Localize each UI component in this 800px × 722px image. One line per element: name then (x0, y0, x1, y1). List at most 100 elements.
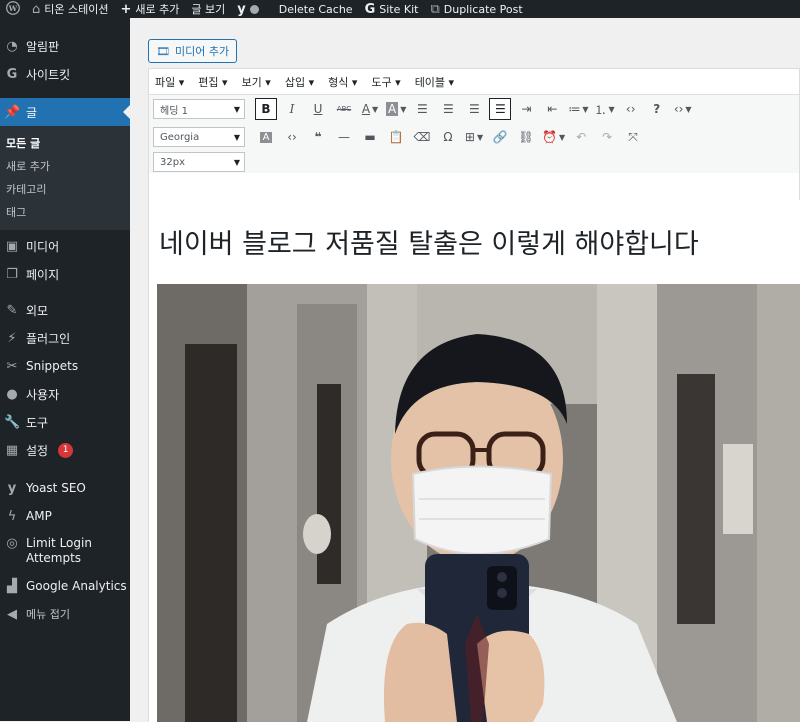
outdent-icon[interactable]: ⇤ (541, 98, 563, 120)
submenu-item-all-posts[interactable]: 모든 글 (0, 132, 130, 155)
post-image[interactable] (157, 284, 800, 722)
horizontal-line-icon[interactable]: — (333, 126, 355, 148)
menu-edit[interactable]: 편집 ▾ (198, 74, 227, 90)
submenu-item-categories[interactable]: 카테고리 (0, 178, 130, 201)
sidebar-item-settings[interactable]: ▦ 설정 1 (0, 436, 130, 464)
sidebar-item-media[interactable]: ▣ 미디어 (0, 232, 130, 260)
code-icon[interactable]: ‹› (620, 98, 642, 120)
anchor-clock-button[interactable]: ⏰ ▼ (541, 126, 566, 148)
font-family-select[interactable]: Georgia ▼ (153, 127, 245, 147)
media-icon: ▣ (5, 238, 19, 254)
new-content-label: 새로 추가 (135, 3, 180, 16)
help-icon[interactable]: ? (646, 98, 668, 120)
site-name-link[interactable]: ⌂ 티온 스테이션 (26, 0, 114, 18)
format-select[interactable]: 헤딩 1 ▼ (153, 99, 245, 119)
delete-cache-label: Delete Cache (278, 2, 353, 16)
google-g-icon: G (6, 66, 18, 82)
unlink-icon[interactable]: ⛓ (515, 126, 537, 148)
sidebar-item-limit-login[interactable]: ◎ Limit Login Attempts (0, 530, 130, 572)
submenu-item-tags[interactable]: 태그 (0, 201, 130, 224)
post-editor-area: 🎞 미디어 추가 파일 ▾ 편집 ▾ 보기 ▾ 삽입 ▾ 형식 ▾ 도구 ▾ 테… (130, 18, 800, 722)
duplicate-post-link[interactable]: ⧉ Duplicate Post (424, 0, 528, 18)
add-media-label: 미디어 추가 (174, 45, 230, 58)
underline-button[interactable]: U (307, 98, 329, 120)
yoast-icon: y (237, 1, 246, 17)
sidebar-item-dashboard[interactable]: ◔ 알림판 (0, 32, 130, 60)
fingerprint-icon: ◎ (6, 536, 18, 551)
collapse-menu-label: 메뉴 접기 (26, 608, 70, 621)
posts-submenu: 모든 글 새로 추가 카테고리 태그 (0, 126, 130, 230)
menu-file[interactable]: 파일 ▾ (155, 74, 184, 90)
menu-view[interactable]: 보기 ▾ (242, 74, 271, 90)
align-right-icon[interactable]: ☰ (463, 98, 485, 120)
bold-button[interactable]: B (255, 98, 277, 120)
sidebar-item-posts[interactable]: 📌 글 (0, 98, 130, 126)
sidebar-item-label: 사이트킷 (26, 67, 71, 82)
sidebar-item-appearance[interactable]: ✎ 외모 (0, 296, 130, 324)
strikethrough-button[interactable]: ABC (333, 98, 355, 120)
collapse-arrow-icon: ◀ (7, 606, 17, 622)
font-size-select[interactable]: 32px ▼ (153, 152, 245, 172)
table-button[interactable]: ⊞ ▼ (463, 126, 485, 148)
source-code-icon[interactable]: ‹› (281, 126, 303, 148)
paste-icon[interactable]: 📋 (385, 126, 407, 148)
paste-text-button[interactable]: A (255, 126, 277, 148)
sidebar-item-snippets[interactable]: ✂ Snippets (0, 352, 130, 380)
redo-icon[interactable]: ↷ (596, 126, 618, 148)
code-dropdown-button[interactable]: ‹› ▼ (672, 98, 694, 120)
sidebar-item-label: Yoast SEO (26, 481, 86, 495)
editor-content[interactable]: 네이버 블로그 저품질 탈출은 이렇게 해야합니다 (149, 200, 800, 722)
media-upload-icon: 🎞 (156, 44, 170, 58)
blockquote-icon[interactable]: ❝ (307, 126, 329, 148)
submenu-item-add-new[interactable]: 새로 추가 (0, 155, 130, 178)
align-left-icon[interactable]: ☰ (411, 98, 433, 120)
dashboard-icon: ◔ (6, 38, 18, 54)
collapse-menu-button[interactable]: ◀ 메뉴 접기 (0, 600, 130, 628)
text-color-button[interactable]: A ▼ (359, 98, 381, 120)
sidebar-item-label-line2: Attempts (26, 551, 82, 565)
undo-icon[interactable]: ↶ (570, 126, 592, 148)
fullscreen-icon[interactable]: ⤧ (622, 126, 644, 148)
menu-tools[interactable]: 도구 ▾ (371, 74, 400, 90)
toolbar-row-1: 헤딩 1 ▼ B I U ABC A ▼ A ▼ ☰ ☰ ☰ ☰ ⇥ ⇤ ≔ ▼ ⒈ ▼ … (149, 95, 799, 123)
sidebar-item-users[interactable]: ● 사용자 (0, 380, 130, 408)
align-center-icon[interactable]: ☰ (437, 98, 459, 120)
toolbar-row-3: 32px ▼ (149, 151, 799, 173)
yoast-menu-button[interactable]: y (231, 0, 264, 18)
numbered-list-button[interactable]: ⒈ ▼ (594, 98, 616, 120)
google-g-icon: G (364, 1, 376, 17)
menu-table[interactable]: 테이블 ▾ (415, 74, 454, 90)
align-justify-icon[interactable]: ☰ (489, 98, 512, 120)
sidebar-item-yoast[interactable]: y Yoast SEO (0, 474, 130, 502)
sidebar-item-pages[interactable]: ❐ 페이지 (0, 260, 130, 288)
background-color-button[interactable]: A ▼ (385, 98, 407, 120)
sidebar-item-sitekit[interactable]: G 사이트킷 (0, 60, 130, 88)
indent-icon[interactable]: ⇥ (515, 98, 537, 120)
delete-cache-link[interactable]: Delete Cache (273, 0, 359, 18)
copy-icon: ⧉ (430, 1, 440, 17)
sidebar-item-label: 알림판 (26, 39, 60, 54)
wordpress-logo-button[interactable]: W (0, 0, 26, 18)
bullet-list-button[interactable]: ≔ ▼ (567, 98, 589, 120)
new-content-link[interactable]: + 새로 추가 (114, 0, 185, 18)
sidebar-item-tools[interactable]: 🔧 도구 (0, 408, 130, 436)
menu-insert[interactable]: 삽입 ▾ (285, 74, 314, 90)
wrench-icon: 🔧 (4, 414, 21, 430)
add-media-button[interactable]: 🎞 미디어 추가 (148, 39, 238, 63)
italic-button[interactable]: I (281, 98, 303, 120)
post-heading[interactable]: 네이버 블로그 저품질 탈출은 이렇게 해야합니다 (159, 222, 699, 261)
amp-icon: ϟ (7, 508, 17, 524)
site-kit-link[interactable]: G Site Kit (359, 0, 425, 18)
special-character-icon[interactable]: Ω (437, 126, 459, 148)
view-post-link[interactable]: 글 보기 (185, 0, 231, 18)
sidebar-item-plugins[interactable]: ⚡ 플러그인 (0, 324, 130, 352)
classic-editor: 파일 ▾ 편집 ▾ 보기 ▾ 삽입 ▾ 형식 ▾ 도구 ▾ 테이블 ▾ 헤딩 1… (148, 68, 800, 722)
menu-format[interactable]: 형식 ▾ (328, 74, 357, 90)
sidebar-item-analytics[interactable]: ▟ Google Analytics (0, 572, 130, 600)
sidebar-item-amp[interactable]: ϟ AMP (0, 502, 130, 530)
sidebar-item-label: AMP (26, 509, 52, 523)
clear-formatting-icon[interactable]: ⌫ (411, 126, 433, 148)
link-icon[interactable]: 🔗 (489, 126, 511, 148)
read-more-icon[interactable]: ▬ (359, 126, 381, 148)
yoast-icon: y (7, 480, 17, 496)
